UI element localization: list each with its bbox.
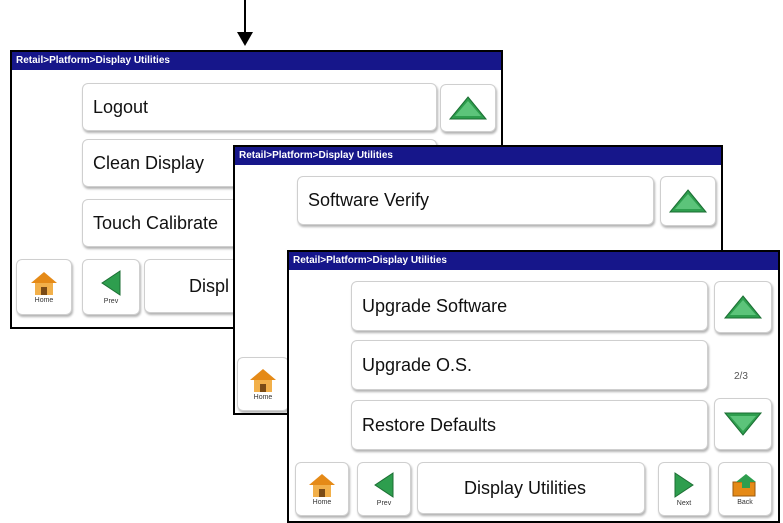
- arrow-right-icon: [674, 472, 694, 498]
- home-icon: [250, 369, 276, 392]
- next-button[interactable]: Next: [658, 462, 710, 516]
- prev-button[interactable]: Prev: [357, 462, 411, 516]
- home-icon: [31, 272, 57, 295]
- triangle-down-icon: [723, 412, 763, 436]
- upgrade-os-button[interactable]: Upgrade O.S.: [351, 340, 708, 390]
- restore-defaults-button[interactable]: Restore Defaults: [351, 400, 708, 450]
- scroll-down-button[interactable]: [714, 398, 772, 450]
- prev-label: Prev: [103, 298, 119, 305]
- logout-button[interactable]: Logout: [82, 83, 437, 131]
- page-indicator: 2/3: [734, 371, 748, 382]
- home-label: Home: [253, 394, 273, 401]
- home-button[interactable]: Home: [16, 259, 72, 315]
- triangle-up-icon: [448, 96, 488, 120]
- arrow-left-icon: [101, 270, 121, 296]
- scroll-up-button[interactable]: [440, 84, 496, 132]
- home-label: Home: [34, 297, 54, 304]
- breadcrumb: Retail>Platform>Display Utilities: [12, 52, 501, 70]
- breadcrumb: Retail>Platform>Display Utilities: [289, 252, 778, 270]
- prev-button[interactable]: Prev: [82, 259, 140, 315]
- scroll-up-button[interactable]: [714, 281, 772, 333]
- footer-title: Display Utilities: [417, 462, 645, 514]
- back-button[interactable]: Back: [718, 462, 772, 516]
- prev-label: Prev: [376, 500, 392, 507]
- triangle-up-icon: [668, 189, 708, 213]
- home-icon: [309, 474, 335, 497]
- pointer-arrow-head: [237, 32, 253, 46]
- home-button[interactable]: Home: [237, 357, 289, 411]
- scroll-up-button[interactable]: [660, 176, 716, 226]
- arrow-left-icon: [374, 472, 394, 498]
- pointer-arrow-line: [244, 0, 246, 34]
- home-label: Home: [312, 499, 332, 506]
- software-verify-button[interactable]: Software Verify: [297, 176, 654, 225]
- back-label: Back: [737, 499, 753, 506]
- home-button[interactable]: Home: [295, 462, 349, 516]
- display-utilities-screen-3: Retail>Platform>Display Utilities Upgrad…: [287, 250, 780, 523]
- triangle-up-icon: [723, 295, 763, 319]
- upgrade-software-button[interactable]: Upgrade Software: [351, 281, 708, 331]
- breadcrumb: Retail>Platform>Display Utilities: [235, 147, 721, 165]
- back-folder-icon: [732, 474, 756, 497]
- next-label: Next: [676, 500, 692, 507]
